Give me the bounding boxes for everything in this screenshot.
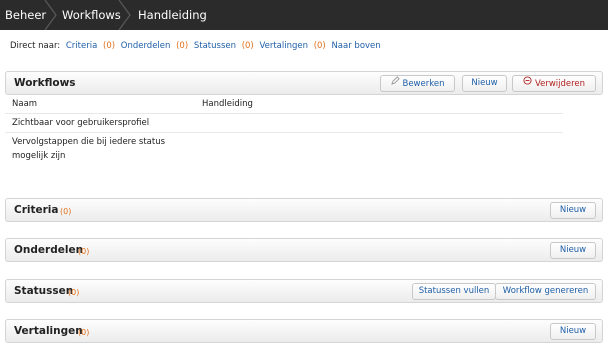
new-workflow-button[interactable]: Nieuw <box>462 75 507 92</box>
detail-row-vervolgstappen: Vervolgstappen die bij iedere status mog… <box>5 133 563 165</box>
new-criteria-button[interactable]: Nieuw <box>550 202 596 219</box>
direct-naar-label: Direct naar: <box>10 41 61 51</box>
statussen-vullen-button[interactable]: Statussen vullen <box>412 283 496 300</box>
breadcrumb-current: Handleiding <box>138 8 207 22</box>
link-onderdelen[interactable]: Onderdelen <box>121 41 171 51</box>
detail-key: Vervolgstappen die bij iedere status mog… <box>12 137 166 161</box>
onderdelen-count: (0) <box>78 247 90 256</box>
count-criteria: (0) <box>103 41 116 51</box>
minus-circle-icon <box>523 76 532 91</box>
criteria-panel-header: Criteria (0) Nieuw <box>5 198 603 222</box>
edit-button[interactable]: Bewerken <box>380 75 455 92</box>
new-onderdeel-button[interactable]: Nieuw <box>550 242 596 259</box>
breadcrumb-workflows[interactable]: Workflows <box>62 0 121 30</box>
detail-row-naam: Naam Handleiding <box>5 96 563 114</box>
edit-button-label: Bewerken <box>402 79 445 89</box>
breadcrumb-separator-icon <box>118 0 132 30</box>
detail-value: Handleiding <box>202 99 253 109</box>
direct-naar-bar: Direct naar: Criteria (0) Onderdelen (0)… <box>10 41 384 53</box>
statussen-count: (0) <box>68 288 80 297</box>
vertalingen-title: Vertalingen <box>14 325 83 337</box>
detail-key: Naam <box>12 99 38 109</box>
workflows-title: Workflows <box>14 77 76 89</box>
detail-row-profiel: Zichtbaar voor gebruikersprofiel <box>5 114 563 133</box>
workflows-panel-header: Workflows Bewerken Nieuw Verwijderen <box>5 71 603 95</box>
link-statussen[interactable]: Statussen <box>194 41 236 51</box>
delete-button[interactable]: Verwijderen <box>512 75 596 92</box>
workflow-genereren-button[interactable]: Workflow genereren <box>495 283 596 300</box>
criteria-title: Criteria <box>14 204 59 216</box>
pencil-icon <box>390 76 400 91</box>
breadcrumb-separator-icon <box>44 0 58 30</box>
count-statussen: (0) <box>241 41 254 51</box>
breadcrumb: Beheer Workflows Handleiding <box>0 0 608 30</box>
onderdelen-panel-header: Onderdelen (0) Nieuw <box>5 238 603 262</box>
detail-key: Zichtbaar voor gebruikersprofiel <box>12 118 150 128</box>
link-criteria[interactable]: Criteria <box>66 41 97 51</box>
count-onderdelen: (0) <box>176 41 189 51</box>
statussen-title: Statussen <box>14 285 74 297</box>
delete-button-label: Verwijderen <box>534 79 586 89</box>
count-vertalingen: (0) <box>313 41 326 51</box>
link-vertalingen[interactable]: Vertalingen <box>259 41 308 51</box>
breadcrumb-beheer[interactable]: Beheer <box>5 0 46 30</box>
statussen-panel-header: Statussen (0) Statussen vullen Workflow … <box>5 279 603 303</box>
new-vertaling-button[interactable]: Nieuw <box>550 323 596 340</box>
vertalingen-count: (0) <box>78 328 90 337</box>
vertalingen-panel-header: Vertalingen (0) Nieuw <box>5 319 603 343</box>
onderdelen-title: Onderdelen <box>14 244 84 256</box>
link-naar-boven[interactable]: Naar boven <box>331 41 380 51</box>
criteria-count: (0) <box>60 207 72 216</box>
